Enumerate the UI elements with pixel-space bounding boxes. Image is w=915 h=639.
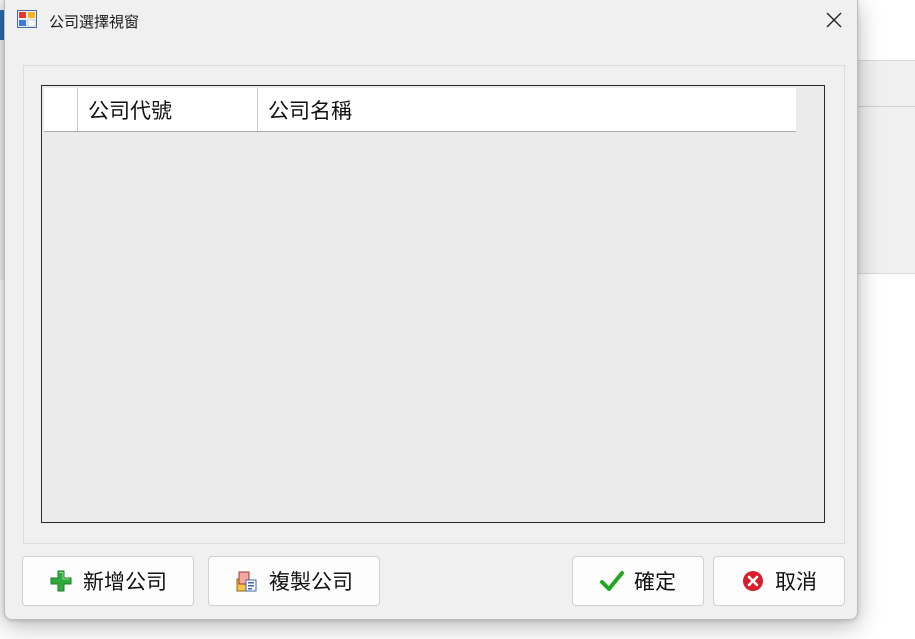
row-header-corner[interactable] — [44, 88, 78, 131]
ok-button[interactable]: 確定 — [572, 556, 704, 606]
close-icon — [826, 12, 842, 28]
copy-company-button[interactable]: 複製公司 — [208, 556, 380, 606]
copy-company-label: 複製公司 — [269, 570, 353, 594]
company-grid[interactable]: 公司代號 公司名稱 — [41, 85, 825, 523]
company-selection-dialog: 公司選擇視窗 公司代號 公司名稱 新增公司 複製公司 確定 取消 — [4, 0, 858, 620]
app-window-icon — [17, 10, 37, 28]
close-button[interactable] — [811, 0, 857, 40]
plus-icon — [49, 569, 73, 593]
add-company-label: 新增公司 — [83, 570, 167, 594]
column-header-company-name[interactable]: 公司名稱 — [258, 88, 796, 131]
title-bar[interactable]: 公司選擇視窗 — [5, 0, 857, 42]
column-header-company-code[interactable]: 公司代號 — [78, 88, 258, 131]
grid-header: 公司代號 公司名稱 — [44, 88, 796, 132]
background-panel — [855, 60, 915, 274]
add-company-button[interactable]: 新增公司 — [22, 556, 194, 606]
window-title: 公司選擇視窗 — [49, 13, 140, 31]
copy-icon — [235, 569, 259, 593]
cancel-button[interactable]: 取消 — [713, 556, 845, 606]
ok-label: 確定 — [634, 570, 676, 594]
cancel-circle-icon — [741, 569, 765, 593]
cancel-label: 取消 — [775, 570, 817, 594]
grid-container-panel: 公司代號 公司名稱 — [23, 65, 845, 544]
dialog-client-area: 公司代號 公司名稱 新增公司 複製公司 確定 取消 — [5, 45, 857, 619]
checkmark-icon — [600, 569, 624, 593]
